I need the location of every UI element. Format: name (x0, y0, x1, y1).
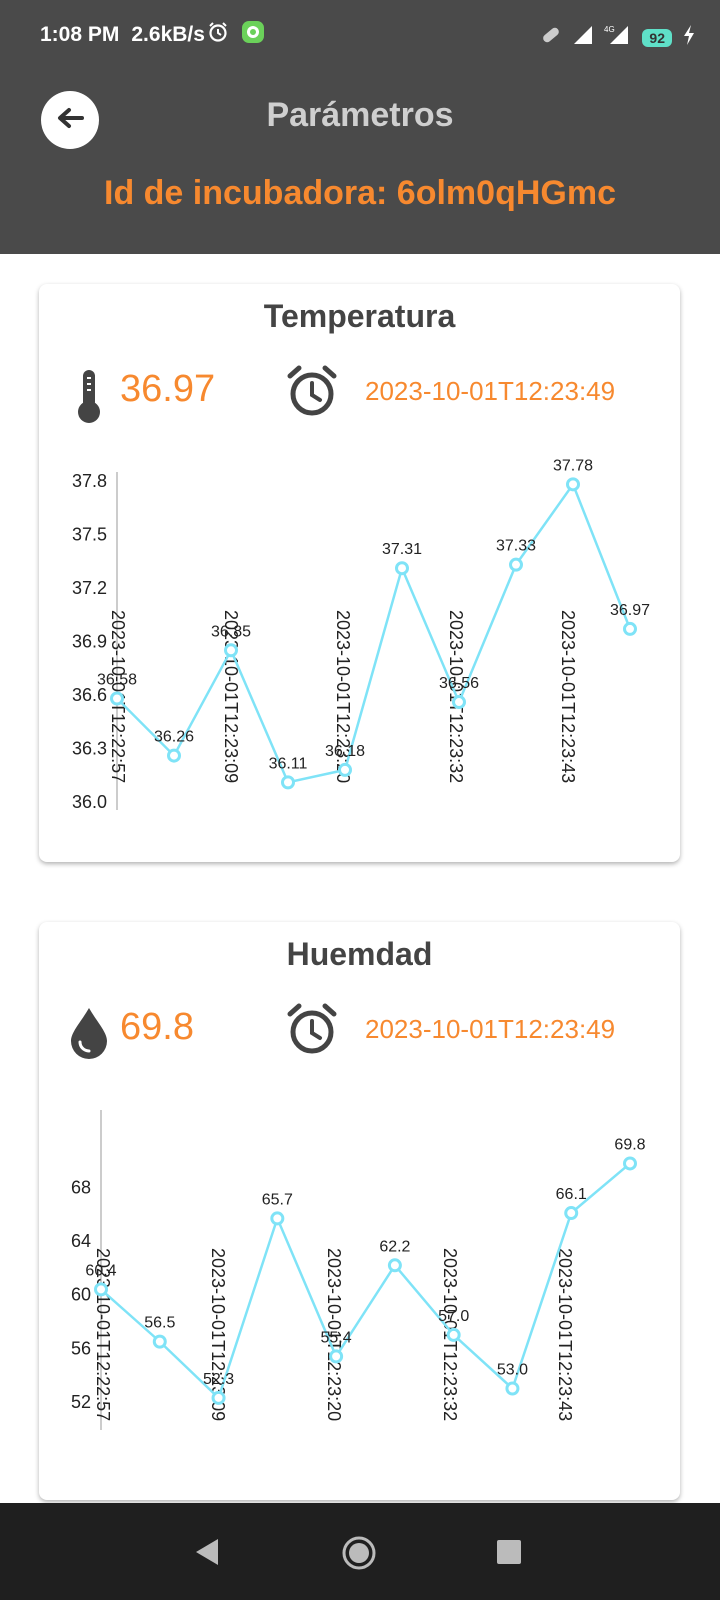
data-point (152, 1334, 167, 1349)
back-triangle-icon[interactable] (194, 1537, 220, 1572)
y-tick-label: 37.2 (72, 578, 107, 598)
recents-square-icon[interactable] (496, 1539, 522, 1570)
data-point (281, 775, 295, 790)
series-line (100, 1162, 631, 1401)
svg-text:4G: 4G (604, 25, 615, 34)
data-point (224, 643, 238, 658)
data-point (387, 1258, 402, 1273)
alarm-icon (207, 21, 229, 49)
battery-icon: 92 (642, 28, 672, 47)
data-label: 52.3 (203, 1371, 234, 1388)
y-tick-label: 36.9 (72, 631, 107, 651)
data-label: 37.31 (382, 541, 422, 558)
data-label: 55.4 (321, 1329, 352, 1346)
data-label: 36.18 (325, 743, 365, 760)
data-label: 69.8 (614, 1136, 645, 1153)
status-speed: 2.6kB/s (131, 23, 205, 46)
page-title: Parámetros (266, 96, 454, 134)
charging-icon (682, 24, 696, 51)
data-point (167, 748, 181, 763)
data-label: 36.97 (610, 602, 650, 619)
link-icon (540, 24, 562, 51)
x-tick-label: 2023-10-01T12:23:43 (558, 610, 578, 783)
data-label: 60.4 (85, 1262, 116, 1279)
status-time: 1:08 PM (40, 23, 120, 46)
app-notification-icon (241, 20, 265, 50)
incubator-id-label: Id de incubadora: 6olm0qHGmc (104, 174, 616, 212)
y-tick-label: 52 (71, 1392, 91, 1412)
y-tick-label: 36.0 (72, 792, 107, 812)
x-tick-label: 2023-10-01T12:23:43 (555, 1248, 575, 1421)
data-label: 36.56 (439, 675, 479, 692)
home-circle-icon[interactable] (341, 1535, 377, 1576)
data-point (446, 1327, 461, 1342)
data-point (329, 1349, 344, 1364)
temperature-chart: 36.036.336.636.937.237.537.82023-10-01T1… (72, 457, 650, 812)
y-tick-label: 56 (71, 1338, 91, 1358)
data-point (110, 691, 124, 706)
data-point (623, 1156, 637, 1171)
data-point (395, 561, 409, 576)
data-label: 66.1 (556, 1186, 587, 1203)
status-bar: 1:08 PM 2.6kB/s 4G 92 (0, 0, 720, 70)
data-label: 65.7 (262, 1191, 293, 1208)
data-point (509, 557, 523, 572)
signal-icon (572, 24, 594, 51)
data-point (564, 1206, 579, 1221)
data-point (211, 1390, 226, 1405)
data-label: 37.33 (496, 538, 536, 555)
signal-4g-icon: 4G (604, 24, 632, 51)
y-tick-label: 64 (71, 1231, 91, 1251)
data-label: 53.0 (497, 1362, 528, 1379)
navigation-bar (0, 1503, 720, 1600)
data-point (270, 1211, 285, 1226)
temperature-card: Temperatura 36.97 2023-10-01T12:23:49 36… (39, 284, 680, 862)
y-tick-label: 68 (71, 1178, 91, 1198)
data-label: 56.5 (144, 1315, 175, 1332)
y-tick-label: 37.5 (72, 524, 107, 544)
y-tick-label: 60 (71, 1285, 91, 1305)
data-point (94, 1282, 108, 1297)
data-label: 57.0 (438, 1308, 469, 1325)
data-label: 36.11 (269, 755, 308, 772)
data-point (566, 477, 580, 492)
humidity-card: Huemdad 69.8 2023-10-01T12:23:49 52 56 60 6… (39, 922, 680, 1500)
data-label: 36.26 (154, 729, 194, 746)
humidity-chart: 52566064682023-10-01T12:22:57 2023-10-01T… (71, 1110, 646, 1430)
data-label: 36.85 (211, 623, 251, 640)
data-label: 62.2 (379, 1238, 410, 1255)
data-point (623, 621, 637, 636)
data-label: 37.78 (553, 457, 593, 474)
y-tick-label: 37.8 (72, 471, 107, 491)
y-tick-label: 36.3 (72, 738, 107, 758)
data-point (338, 762, 352, 777)
data-point (452, 695, 466, 710)
header: Parámetros Id de incubadora: 6olm0qHGmc (0, 70, 720, 254)
data-point (505, 1381, 520, 1396)
data-label: 36.58 (97, 671, 137, 688)
